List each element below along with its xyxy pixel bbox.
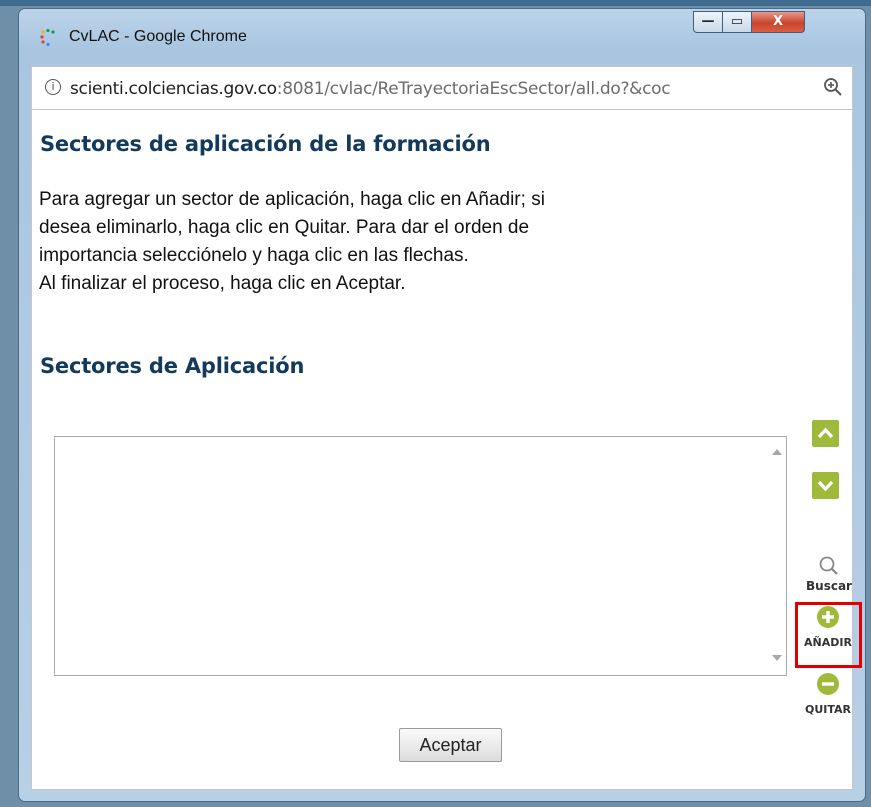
chevron-up-icon bbox=[817, 427, 834, 439]
move-down-button[interactable] bbox=[812, 472, 839, 499]
window-title: CvLAC - Google Chrome bbox=[69, 28, 247, 45]
minus-circle-icon bbox=[817, 673, 839, 695]
instruction-line: importancia selecciónelo y haga clic en … bbox=[39, 245, 469, 266]
chrome-logo-icon bbox=[40, 29, 55, 47]
search-icon bbox=[819, 556, 838, 575]
page-title: Sectores de aplicación de la formación bbox=[40, 132, 491, 156]
instructions: Para agregar un sector de aplicación, ha… bbox=[39, 186, 759, 298]
info-icon[interactable]: i bbox=[45, 79, 61, 95]
remove-button[interactable]: QUITAR bbox=[798, 672, 858, 716]
zoom-icon[interactable] bbox=[823, 77, 843, 97]
close-icon: X bbox=[772, 14, 784, 29]
url-host: scienti.colciencias.gov.co bbox=[70, 79, 277, 99]
browser-window: CvLAC - Google Chrome — ▭ X i scienti.co… bbox=[18, 8, 866, 802]
instruction-line: Al finalizar el proceso, haga clic en Ac… bbox=[39, 273, 406, 294]
url-text[interactable]: scienti.colciencias.gov.co:8081/cvlac/Re… bbox=[70, 79, 822, 99]
maximize-button[interactable]: ▭ bbox=[722, 11, 752, 33]
address-bar[interactable]: i scienti.colciencias.gov.co:8081/cvlac/… bbox=[31, 66, 853, 110]
sectors-listbox[interactable] bbox=[54, 436, 787, 676]
highlight-box bbox=[795, 602, 862, 668]
instruction-line: desea eliminarlo, haga clic en Quitar. P… bbox=[39, 217, 530, 238]
remove-label: QUITAR bbox=[804, 703, 851, 716]
minimize-button[interactable]: — bbox=[693, 11, 723, 33]
search-label: Buscar bbox=[806, 579, 852, 593]
scroll-up-icon[interactable] bbox=[772, 449, 782, 455]
listbox-scrollbar[interactable] bbox=[768, 437, 786, 675]
instruction-line: Para agregar un sector de aplicación, ha… bbox=[39, 189, 545, 210]
title-bar: CvLAC - Google Chrome — ▭ X bbox=[19, 9, 865, 57]
url-path: :8081/cvlac/ReTrayectoriaEscSector/all.d… bbox=[276, 79, 671, 99]
desktop-background bbox=[0, 0, 871, 6]
scroll-down-icon[interactable] bbox=[772, 655, 782, 661]
chevron-down-icon bbox=[817, 480, 834, 492]
section-title: Sectores de Aplicación bbox=[40, 354, 305, 378]
move-up-button[interactable] bbox=[812, 420, 839, 447]
search-button[interactable]: Buscar bbox=[802, 555, 856, 593]
maximize-icon: ▭ bbox=[730, 14, 744, 29]
page-content: Sectores de aplicación de la formación P… bbox=[31, 110, 862, 790]
minimize-icon: — bbox=[701, 14, 715, 29]
close-button[interactable]: X bbox=[751, 11, 805, 33]
accept-button[interactable]: Aceptar bbox=[399, 728, 502, 762]
